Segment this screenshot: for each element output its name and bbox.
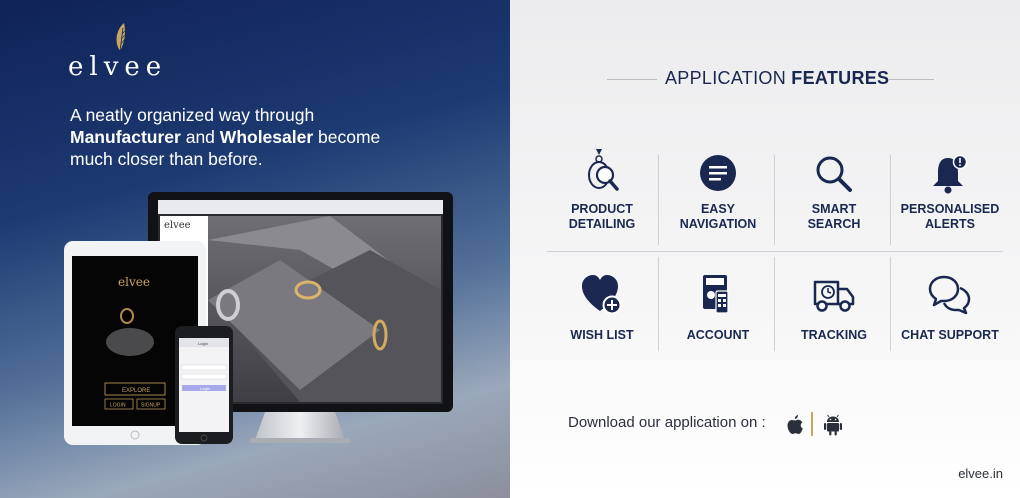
chat-bubbles-icon xyxy=(928,275,971,315)
features-grid: PRODUCT DETAILING EASY NAVIGATION SMART … xyxy=(547,145,1003,353)
features-panel: APPLICATION FEATURES PRODUCT DETAILING E… xyxy=(510,0,1020,498)
website-link[interactable]: elvee.in xyxy=(958,466,1003,481)
store-separator xyxy=(811,412,813,436)
divider xyxy=(547,251,1003,252)
tablet-logo: elvee xyxy=(118,275,150,289)
apple-icon[interactable] xyxy=(786,414,804,436)
monitor-logo: elvee xyxy=(164,220,191,231)
download-text: Download our application on : xyxy=(568,414,766,431)
title-divider-right xyxy=(888,79,934,80)
devices-illustration: elvee elvee EXPLORE LOGIN SIGNUP Login L… xyxy=(64,192,453,445)
title-divider-left xyxy=(607,79,657,80)
search-icon xyxy=(816,156,852,192)
truck-icon xyxy=(813,280,855,312)
svg-text:SIGNUP: SIGNUP xyxy=(141,403,161,409)
svg-text:LOGIN: LOGIN xyxy=(110,403,126,409)
svg-text:Login: Login xyxy=(198,341,208,346)
bell-alert-icon xyxy=(933,154,968,194)
svg-text:Login: Login xyxy=(200,386,210,391)
calculator-icon xyxy=(703,275,729,314)
promo-panel: elvee A neatly organized way through Man… xyxy=(0,0,510,498)
android-icon[interactable] xyxy=(823,414,843,436)
menu-circle-icon xyxy=(700,155,736,191)
svg-text:EXPLORE: EXPLORE xyxy=(122,388,150,394)
ring-magnifier-icon xyxy=(588,149,619,191)
heart-plus-icon xyxy=(582,275,622,315)
features-title: APPLICATION FEATURES xyxy=(665,68,890,88)
